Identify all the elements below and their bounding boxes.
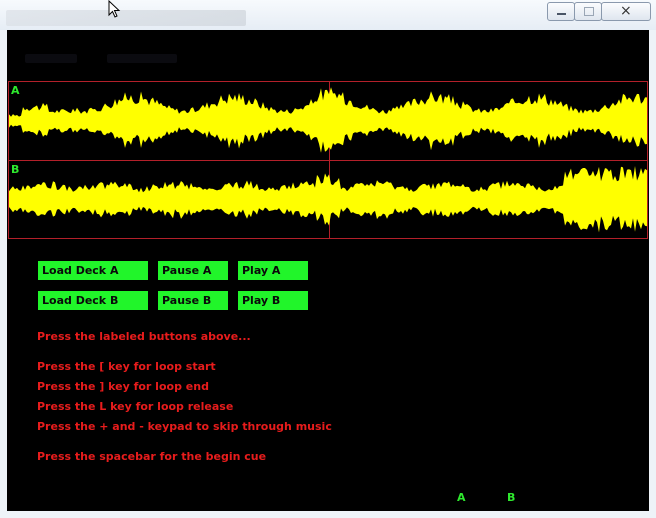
mouse-cursor-icon	[108, 0, 121, 18]
load-deck-a-button[interactable]: Load Deck A	[38, 261, 148, 280]
instruction-intro: Press the labeled buttons above...	[37, 330, 251, 343]
instruction-loop-release: Press the L key for loop release	[37, 400, 234, 413]
minimize-button[interactable]	[547, 2, 575, 21]
play-b-button[interactable]: Play B	[238, 291, 308, 310]
play-a-button[interactable]: Play A	[238, 261, 308, 280]
deck-b-indicator: B	[507, 491, 516, 504]
faded-text	[107, 54, 177, 63]
instruction-loop-end: Press the ] key for loop end	[37, 380, 209, 393]
instruction-cue: Press the spacebar for the begin cue	[37, 450, 267, 463]
waveform-shape	[9, 166, 647, 233]
maximize-icon	[584, 7, 594, 16]
title-bar[interactable]: ×	[0, 0, 656, 30]
maximize-button[interactable]	[574, 2, 602, 21]
deck-b-waveform[interactable]	[9, 162, 647, 238]
instruction-loop-start: Press the [ key for loop start	[37, 360, 216, 373]
pause-b-button[interactable]: Pause B	[158, 291, 228, 310]
close-button[interactable]: ×	[601, 2, 651, 21]
pause-a-button[interactable]: Pause A	[158, 261, 228, 280]
app-canvas: A B Load Deck A Pause A Play A Load Deck…	[7, 30, 649, 511]
faded-text	[25, 54, 77, 63]
window-title-blurred	[6, 10, 246, 26]
load-deck-b-button[interactable]: Load Deck B	[38, 291, 148, 310]
waveform-panel[interactable]: A B	[8, 81, 648, 239]
deck-a-waveform[interactable]	[9, 83, 647, 159]
waveform-shape	[9, 87, 647, 153]
instruction-skip: Press the + and - keypad to skip through…	[37, 420, 332, 433]
app-window: × A B Load Deck A Pause A Play A Load De…	[0, 0, 656, 518]
minimize-icon	[557, 13, 566, 15]
deck-a-indicator: A	[457, 491, 466, 504]
close-icon: ×	[620, 3, 632, 19]
deck-divider	[9, 160, 647, 161]
